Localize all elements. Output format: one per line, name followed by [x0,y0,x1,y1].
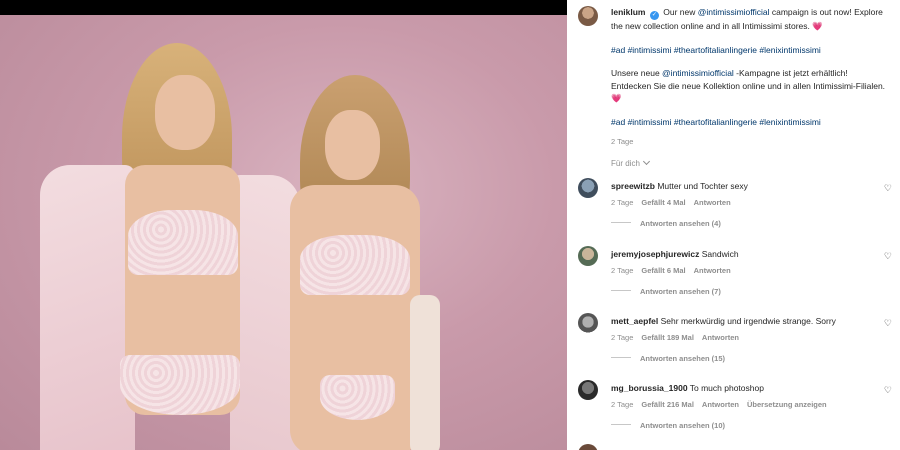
comment-likes[interactable]: Gefällt 189 Mal [641,333,694,342]
view-replies-label: Antworten ansehen (15) [640,354,726,363]
caption-text: Our new [663,7,698,17]
comment-meta: 2 Tage Gefällt 216 Mal Antworten Übersetzun… [611,398,835,412]
divider [611,357,631,358]
hashtag-link[interactable]: #theartofitalianlingerie [674,45,757,55]
hashtag-link[interactable]: #ad [611,45,625,55]
hashtag-link[interactable]: #lenixintimissimi [759,117,820,127]
divider [611,290,631,291]
view-replies-label: Antworten ansehen (4) [640,219,721,228]
comment-username[interactable]: mett_aepfel [611,316,658,326]
comment-time: 2 Tage [611,198,634,207]
comment-likes[interactable]: Gefällt 6 Mal [641,266,685,275]
view-replies-button[interactable]: Antworten ansehen (7) [611,286,721,299]
comment-username[interactable]: mg_borussia_1900 [611,383,688,393]
comment-likes[interactable]: Gefällt 4 Mal [641,198,685,207]
commenter-avatar[interactable] [578,246,598,266]
comment-likes[interactable]: Gefällt 216 Mal [641,400,694,409]
translate-comment-button[interactable]: Übersetzung anzeigen [747,400,827,409]
divider [611,222,631,223]
hashtag-link[interactable]: #intimissimi [628,117,672,127]
comment-text: Mutter und Tochter sexy [657,181,748,191]
post-photo[interactable] [0,0,567,450]
comment-time: 2 Tage [611,333,634,342]
reply-button[interactable]: Antworten [694,266,731,275]
view-replies-button[interactable]: Antworten ansehen (15) [611,353,725,366]
comment-username[interactable]: jeremyjosephjurewicz [611,249,699,259]
mention-link[interactable]: @intimissimiofficial [698,7,770,17]
translate-toggle[interactable]: Für dich [611,157,650,171]
hashtags-line: #ad #intimissimi #theartofitalianlingeri… [611,116,886,129]
comments-panel: leniklum ✓ Our new @intimissimiofficial … [567,0,900,450]
commenter-avatar[interactable] [578,444,598,450]
reply-button[interactable]: Antworten [702,333,739,342]
commenter-avatar[interactable] [578,313,598,333]
photo-image [0,15,567,450]
commenter-avatar[interactable] [578,380,598,400]
view-replies-button[interactable]: Antworten ansehen (10) [611,420,725,433]
comment-text: Sehr merkwürdig und irgendwie strange. S… [660,316,836,326]
comment-time: 2 Tage [611,266,634,275]
hashtag-link[interactable]: #intimissimi [628,45,672,55]
chevron-down-icon [642,157,650,166]
heart-outline-icon[interactable]: ♡ [884,250,892,263]
view-replies-label: Antworten ansehen (10) [640,421,726,430]
comment-username[interactable]: spreewitzb [611,181,655,191]
view-replies-label: Antworten ansehen (7) [640,287,721,296]
heart-outline-icon[interactable]: ♡ [884,182,892,195]
mention-link[interactable]: @intimissimiofficial [662,68,734,78]
hashtags-line: #ad #intimissimi #theartofitalianlingeri… [611,44,886,57]
view-replies-button[interactable]: Antworten ansehen (4) [611,218,721,231]
comment-text: To much photoshop [689,383,764,393]
hashtag-link[interactable]: #ad [611,117,625,127]
person-right [265,75,445,450]
person-left [40,35,300,450]
hashtag-link[interactable]: #theartofitalianlingerie [674,117,757,127]
hashtag-link[interactable]: #lenixintimissimi [759,45,820,55]
author-username[interactable]: leniklum [611,7,645,17]
heart-emoji-icon: 💗 [611,93,622,103]
translate-label: Für dich [611,159,640,168]
heart-outline-icon[interactable]: ♡ [884,317,892,330]
comment-meta: 2 Tage Gefällt 6 Mal Antworten [611,264,739,278]
author-avatar[interactable] [578,6,598,26]
verified-badge-icon: ✓ [649,11,659,20]
comment-meta: 2 Tage Gefällt 189 Mal Antworten [611,331,747,345]
post-caption: leniklum ✓ Our new @intimissimiofficial … [611,6,886,149]
caption-text: Unsere neue [611,68,663,78]
comment-time: 2 Tage [611,400,634,409]
heart-emoji-icon: 💗 [812,21,823,31]
divider [611,424,631,425]
reply-button[interactable]: Antworten [694,198,731,207]
commenter-avatar[interactable] [578,178,598,198]
reply-button[interactable]: Antworten [702,400,739,409]
heart-outline-icon[interactable]: ♡ [884,384,892,397]
comment-meta: 2 Tage Gefällt 4 Mal Antworten [611,196,739,210]
post-time: 2 Tage [611,137,634,146]
comment-text: Sandwich [701,249,739,259]
